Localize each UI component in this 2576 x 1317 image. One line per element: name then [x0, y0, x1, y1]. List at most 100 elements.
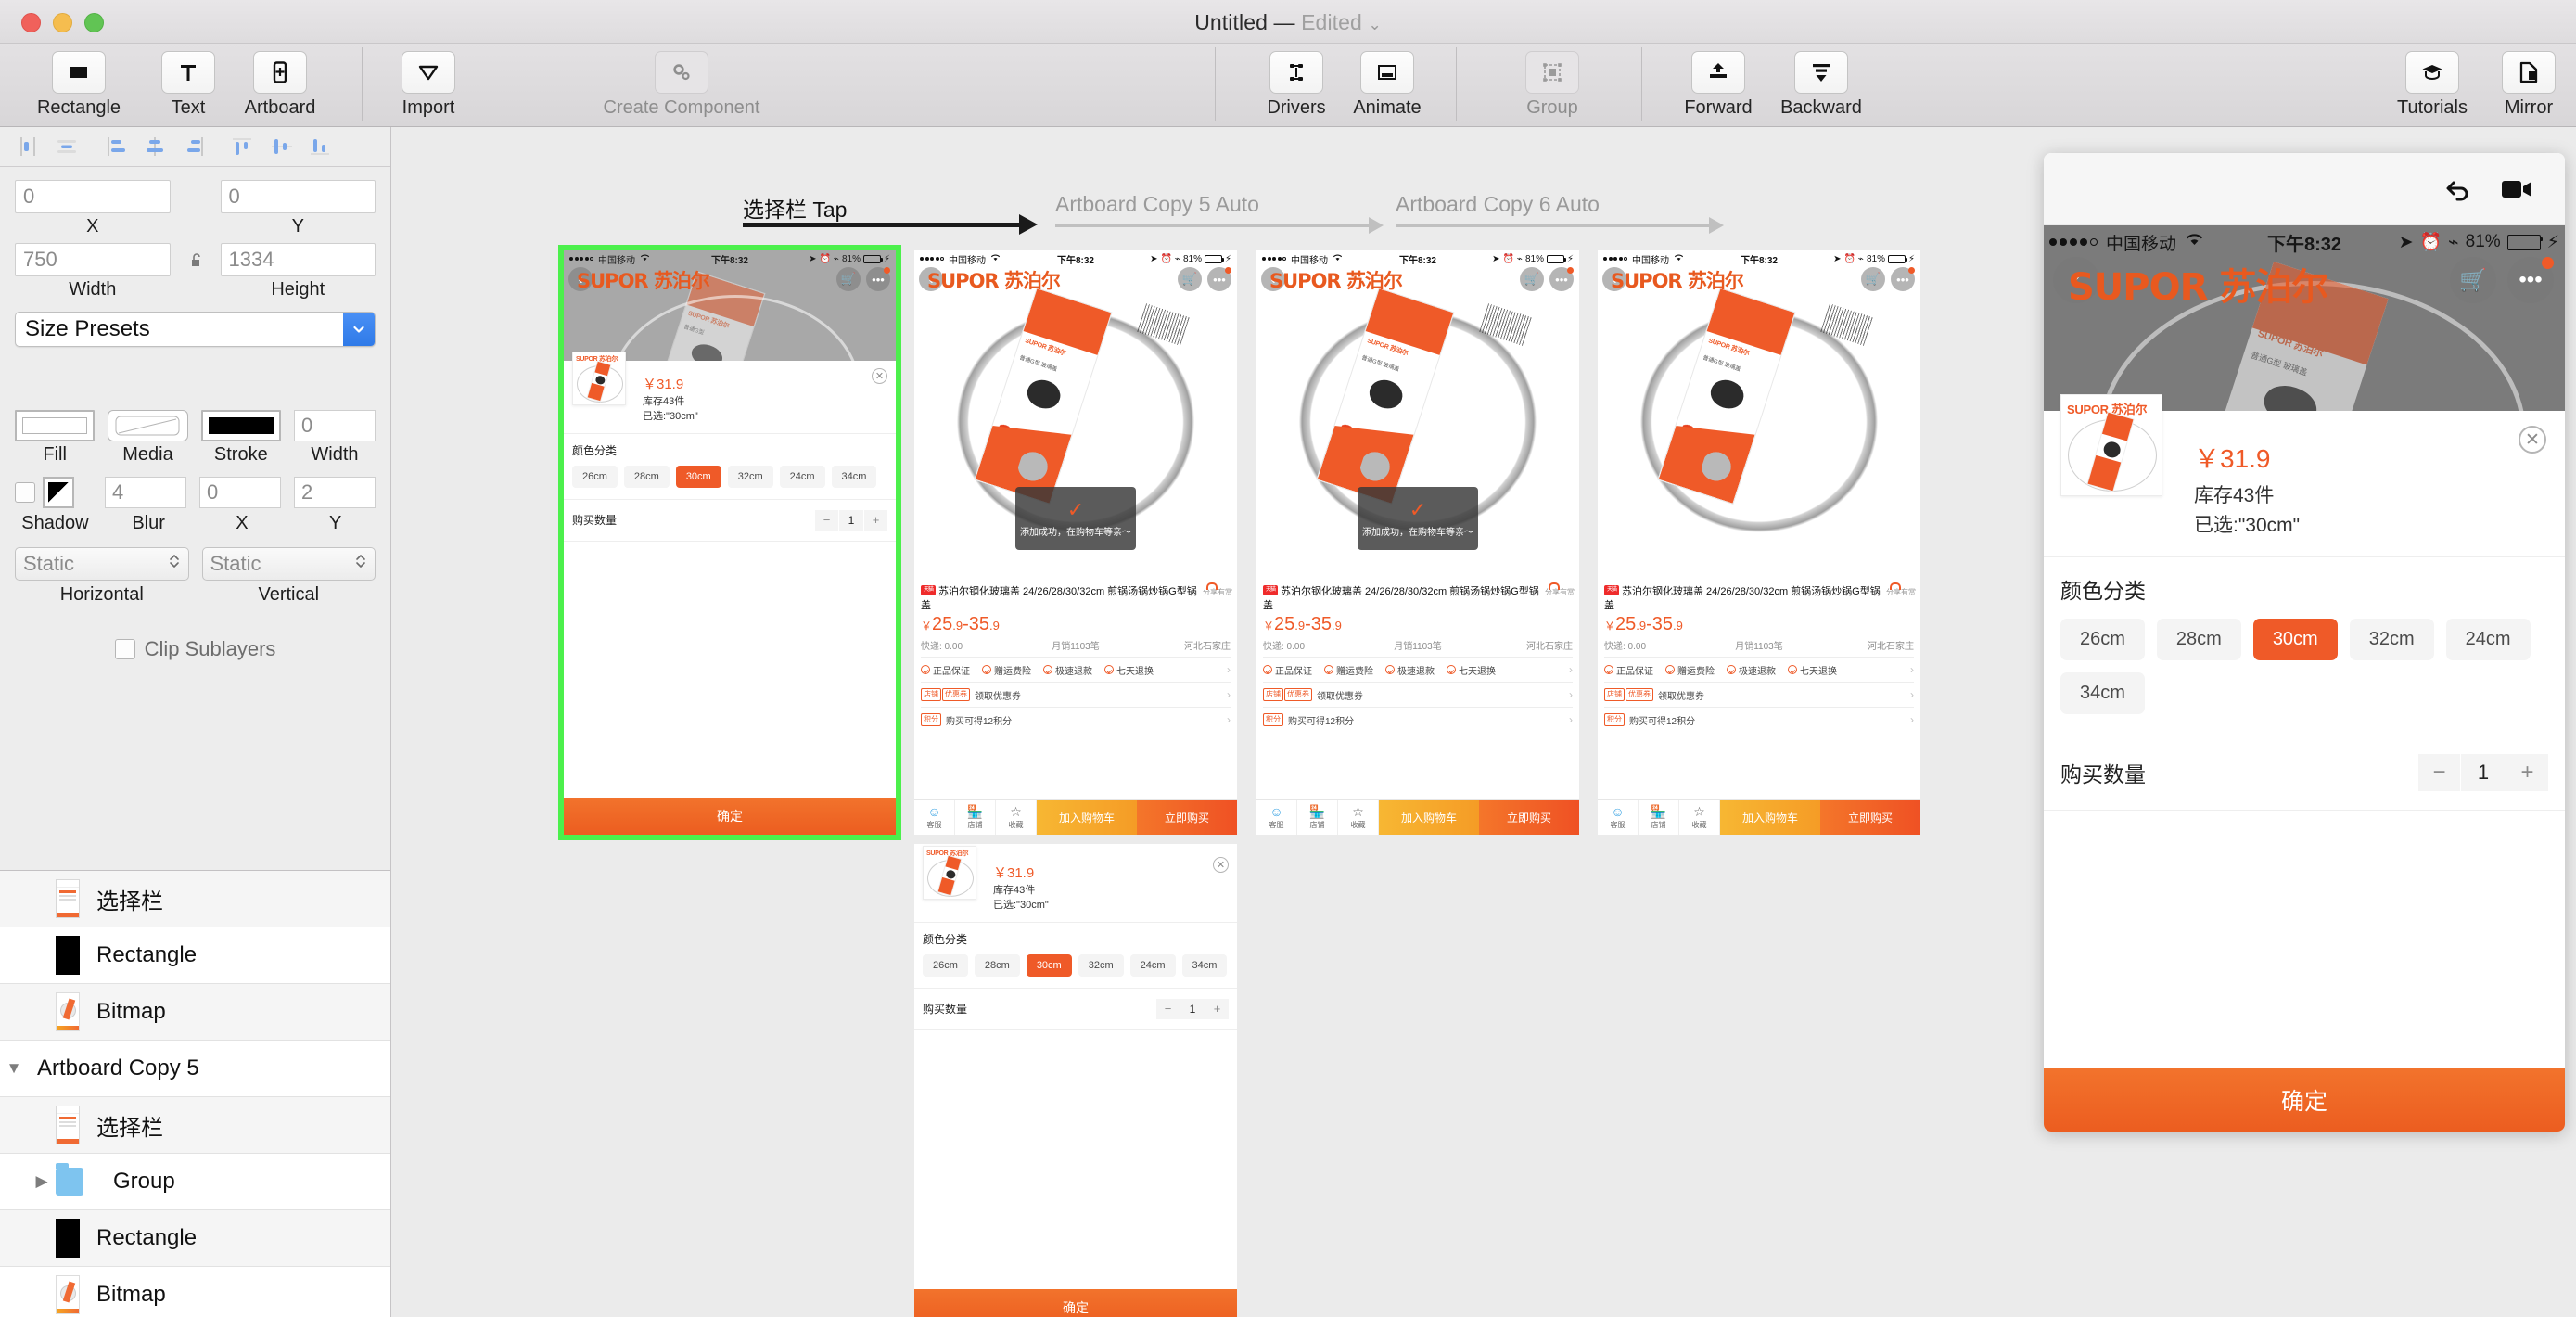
shop-button[interactable]: 🏪 店铺 — [955, 800, 996, 835]
layers-list[interactable]: 选择栏 Rectangle Bitmap ▼ Artboard Copy 5 选… — [0, 870, 390, 1317]
distribute-bottom-icon[interactable] — [302, 131, 339, 162]
sku-chip[interactable]: 28cm — [974, 953, 1020, 977]
tool-tutorials[interactable]: Tutorials — [2381, 51, 2483, 119]
points-row[interactable]: 积分 购买可得12积分 › — [921, 707, 1231, 732]
sku-chip[interactable]: 32cm — [1078, 953, 1124, 977]
sku-chip-selected[interactable]: 30cm — [1026, 953, 1072, 977]
list-item[interactable]: Rectangle — [0, 927, 390, 984]
horizontal-resizing-select[interactable]: Static — [15, 547, 189, 581]
favorite-button[interactable]: ☆ 收藏 — [1338, 800, 1379, 835]
y-input[interactable]: 0 — [220, 180, 376, 213]
cart-icon[interactable]: 🛒 — [836, 267, 861, 291]
chevron-down-icon[interactable] — [343, 313, 375, 346]
x-input[interactable]: 0 — [15, 180, 171, 213]
buy-now-button[interactable]: 立即购买 — [1137, 800, 1237, 835]
share-reward[interactable]: 分享有赏 — [1886, 585, 1916, 599]
shadow-x-input[interactable]: 0 — [199, 477, 281, 508]
share-reward[interactable]: 分享有赏 — [1203, 585, 1232, 599]
forward-icon[interactable] — [1691, 51, 1745, 94]
artboard-4-product-page[interactable]: SUPOR 苏泊尔 普通G型 玻璃盖 中国移动 下午8:32 ➤ ⏰ ⌁ 81%… — [1598, 250, 1920, 835]
stroke-width-input[interactable]: 0 — [293, 410, 376, 441]
tool-forward[interactable]: Forward — [1667, 51, 1769, 119]
tool-mirror[interactable]: Mirror — [2478, 51, 2576, 119]
list-item[interactable]: 选择栏 — [0, 1097, 390, 1154]
quantity-stepper[interactable]: − 1 + — [2418, 754, 2548, 791]
list-item[interactable]: ▼ Artboard Copy 5 — [0, 1041, 390, 1097]
more-icon[interactable]: ••• — [1891, 267, 1915, 291]
product-thumbnail[interactable]: SUPOR 苏泊尔 — [2060, 394, 2162, 496]
shadow-color-swatch[interactable] — [43, 477, 74, 508]
sku-chip[interactable]: 34cm — [2060, 672, 2145, 714]
artboard-1-selection-sheet[interactable]: SUPOR 苏泊尔 普通G型 中国移动 下午8:32 ➤ ⏰ ⌁ 81% ⚡ ‹… — [558, 245, 901, 840]
distribute-top-icon[interactable] — [224, 131, 261, 162]
tool-rectangle[interactable]: Rectangle — [28, 51, 130, 119]
points-row[interactable]: 积分 购买可得12积分 › — [1263, 707, 1573, 732]
list-item[interactable]: Bitmap — [0, 1267, 390, 1317]
more-icon[interactable]: ••• — [2507, 257, 2554, 303]
sku-chip[interactable]: 26cm — [572, 465, 618, 488]
preview-panel[interactable]: SUPOR 苏泊尔 普通G型 玻璃盖 中国移动 下午8:32 ➤ ⏰ ⌁ 81%… — [2044, 153, 2565, 1132]
sku-chip[interactable]: 24cm — [2445, 619, 2531, 660]
clip-sublayers-checkbox[interactable] — [114, 639, 135, 659]
service-button[interactable]: ☺ 客服 — [914, 800, 955, 835]
sku-chip-selected[interactable]: 30cm — [2252, 619, 2338, 660]
shadow-checkbox[interactable] — [15, 482, 35, 503]
vertical-resizing-select[interactable]: Static — [201, 547, 376, 581]
buy-now-button[interactable]: 立即购买 — [1820, 800, 1920, 835]
close-circle-icon[interactable]: ✕ — [1213, 857, 1229, 873]
list-item[interactable]: ▶ Group — [0, 1154, 390, 1210]
distribute-middle-icon[interactable] — [263, 131, 300, 162]
sku-chip[interactable]: 28cm — [2156, 619, 2241, 660]
quantity-minus-button[interactable]: − — [815, 509, 838, 531]
confirm-button[interactable]: 确定 — [564, 798, 896, 835]
sku-chip[interactable]: 34cm — [1181, 953, 1228, 977]
service-button[interactable]: ☺ 客服 — [1256, 800, 1297, 835]
more-icon[interactable]: ••• — [1207, 267, 1231, 291]
list-item[interactable]: 选择栏 — [0, 871, 390, 927]
list-item[interactable]: Rectangle — [0, 1210, 390, 1267]
blur-input[interactable]: 4 — [105, 477, 186, 508]
favorite-button[interactable]: ☆ 收藏 — [1679, 800, 1720, 835]
sku-chip[interactable]: 28cm — [623, 465, 670, 488]
shadow-y-input[interactable]: 2 — [294, 477, 376, 508]
media-swatch[interactable] — [108, 410, 188, 441]
chevron-down-icon[interactable]: ⌄ — [1368, 16, 1381, 33]
sku-chip[interactable]: 32cm — [727, 465, 773, 488]
coupon-row[interactable]: 店铺 优惠券 领取优惠券 › — [1263, 682, 1573, 707]
sku-chip-selected[interactable]: 30cm — [675, 465, 721, 488]
cart-icon[interactable]: 🛒 — [1178, 267, 1202, 291]
quantity-plus-button[interactable]: + — [1205, 998, 1229, 1019]
size-presets-dropdown[interactable]: Size Presets — [15, 312, 376, 347]
rectangle-icon[interactable] — [52, 51, 106, 94]
confirm-button[interactable]: 确定 — [914, 1289, 1237, 1317]
undo-icon[interactable] — [2441, 173, 2472, 205]
shop-button[interactable]: 🏪 店铺 — [1639, 800, 1679, 835]
disclosure-triangle-icon[interactable]: ▶ — [28, 1172, 56, 1191]
align-top-icon[interactable] — [97, 131, 134, 162]
clip-sublayers-row[interactable]: Clip Sublayers — [0, 637, 390, 661]
import-icon[interactable] — [402, 51, 455, 94]
coupon-row[interactable]: 店铺 优惠券 领取优惠券 › — [921, 682, 1231, 707]
quantity-stepper[interactable]: − 1 + — [815, 509, 887, 531]
coupon-row[interactable]: 店铺 优惠券 领取优惠券 › — [1604, 682, 1914, 707]
confirm-button[interactable]: 确定 — [2044, 1068, 2565, 1132]
product-thumbnail[interactable]: SUPOR 苏泊尔 — [923, 846, 976, 900]
height-input[interactable]: 1334 — [220, 243, 376, 276]
guarantee-row[interactable]: 正品保证 赠运费险 极速退款 七天退换 › — [1263, 657, 1573, 682]
close-circle-icon[interactable]: ✕ — [2519, 426, 2546, 454]
cart-icon[interactable]: 🛒 — [2450, 257, 2496, 303]
stepper-arrows-icon[interactable] — [168, 551, 181, 577]
service-button[interactable]: ☺ 客服 — [1598, 800, 1639, 835]
cart-icon[interactable]: 🛒 — [1520, 267, 1544, 291]
buy-now-button[interactable]: 立即购买 — [1479, 800, 1579, 835]
share-reward[interactable]: 分享有赏 — [1545, 585, 1575, 599]
shop-button[interactable]: 🏪 店铺 — [1297, 800, 1338, 835]
align-right-icon[interactable] — [175, 131, 212, 162]
width-input[interactable]: 750 — [15, 243, 171, 276]
create-component-icon[interactable] — [655, 51, 708, 94]
quantity-minus-button[interactable]: − — [1156, 998, 1180, 1019]
backward-icon[interactable] — [1794, 51, 1848, 94]
favorite-button[interactable]: ☆ 收藏 — [996, 800, 1037, 835]
tool-import[interactable]: Import — [377, 51, 479, 119]
tool-group[interactable]: Group — [1501, 51, 1603, 119]
